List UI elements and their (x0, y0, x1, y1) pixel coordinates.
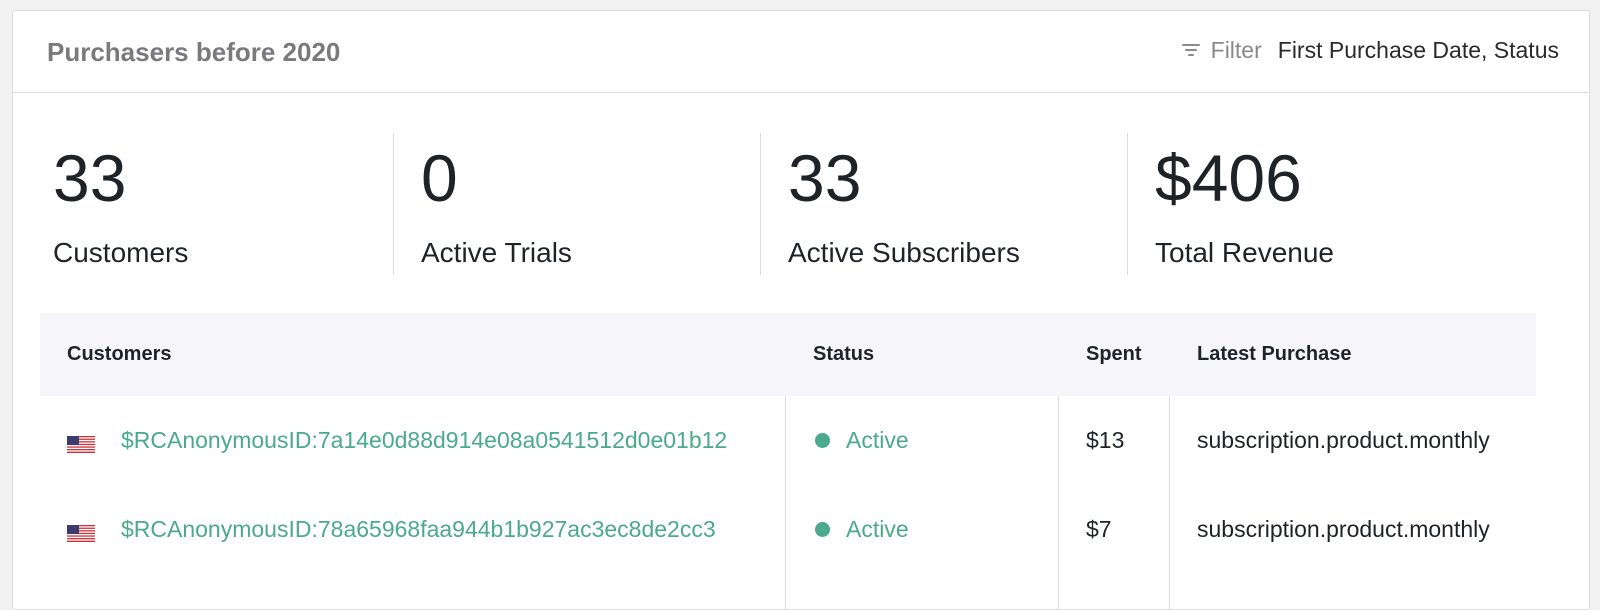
us-flag-icon (67, 432, 95, 453)
status-cell: Active (815, 485, 909, 574)
table-header: Customers Status Spent Latest Purchase (40, 313, 1536, 396)
stat-value: $406 (1155, 141, 1302, 215)
stat-value: 33 (53, 141, 127, 215)
spent-cell: $7 (1086, 485, 1112, 574)
status-badge: Active (846, 516, 909, 542)
filter-label: Filter (1210, 36, 1262, 63)
column-header-spent[interactable]: Spent (1086, 313, 1142, 396)
status-cell: Active (815, 396, 909, 485)
status-badge: Active (846, 427, 909, 453)
table-row[interactable]: $RCAnonymousID:78a65968faa944b1b927ac3ec… (40, 485, 1536, 574)
latest-purchase-value: subscription.product.monthly (1197, 427, 1490, 453)
column-header-latest-purchase[interactable]: Latest Purchase (1197, 313, 1352, 396)
customers-table: Customers Status Spent Latest Purchase $… (40, 313, 1536, 609)
status-dot-icon (815, 433, 830, 448)
table-row[interactable]: $RCAnonymousID:7a14e0d88d914e08a0541512d… (40, 396, 1536, 485)
column-header-customers[interactable]: Customers (67, 313, 171, 396)
customer-cell: $RCAnonymousID:7a14e0d88d914e08a0541512d… (67, 396, 727, 485)
stat-label: Active Trials (421, 237, 572, 268)
stats-row: 33 Customers 0 Active Trials 33 Active S… (13, 133, 1589, 275)
filter-area: Filter First Purchase Date, Status (1179, 35, 1559, 65)
spent-value: $13 (1086, 427, 1125, 453)
stat-active-trials: 0 Active Trials (393, 133, 760, 275)
page-title: Purchasers before 2020 (47, 37, 341, 67)
filter-icon (1179, 38, 1203, 62)
customer-link[interactable]: $RCAnonymousID:7a14e0d88d914e08a0541512d… (121, 427, 727, 454)
spent-value: $7 (1086, 516, 1112, 542)
us-flag-icon (67, 521, 95, 542)
column-header-status[interactable]: Status (813, 313, 874, 396)
customer-cell: $RCAnonymousID:78a65968faa944b1b927ac3ec… (67, 485, 716, 574)
spent-cell: $13 (1086, 396, 1124, 485)
stat-value: 33 (788, 141, 862, 215)
filter-value[interactable]: First Purchase Date, Status (1278, 37, 1559, 64)
stat-label: Active Subscribers (788, 237, 1020, 268)
stat-active-subscribers: 33 Active Subscribers (760, 133, 1127, 275)
latest-purchase-cell: subscription.product.monthly (1197, 396, 1490, 485)
stat-total-revenue: $406 Total Revenue (1127, 133, 1527, 275)
stat-label: Customers (53, 237, 189, 268)
stat-value: 0 (421, 141, 458, 215)
latest-purchase-cell: subscription.product.monthly (1197, 485, 1490, 574)
stat-customers: 33 Customers (53, 133, 393, 275)
latest-purchase-value: subscription.product.monthly (1197, 516, 1490, 542)
status-dot-icon (815, 522, 830, 537)
stat-label: Total Revenue (1155, 237, 1335, 268)
card-header: Purchasers before 2020 Filter First Purc… (13, 11, 1589, 93)
purchasers-card: Purchasers before 2020 Filter First Purc… (12, 10, 1590, 610)
customer-link[interactable]: $RCAnonymousID:78a65968faa944b1b927ac3ec… (121, 516, 716, 543)
filter-button[interactable]: Filter (1179, 37, 1278, 64)
